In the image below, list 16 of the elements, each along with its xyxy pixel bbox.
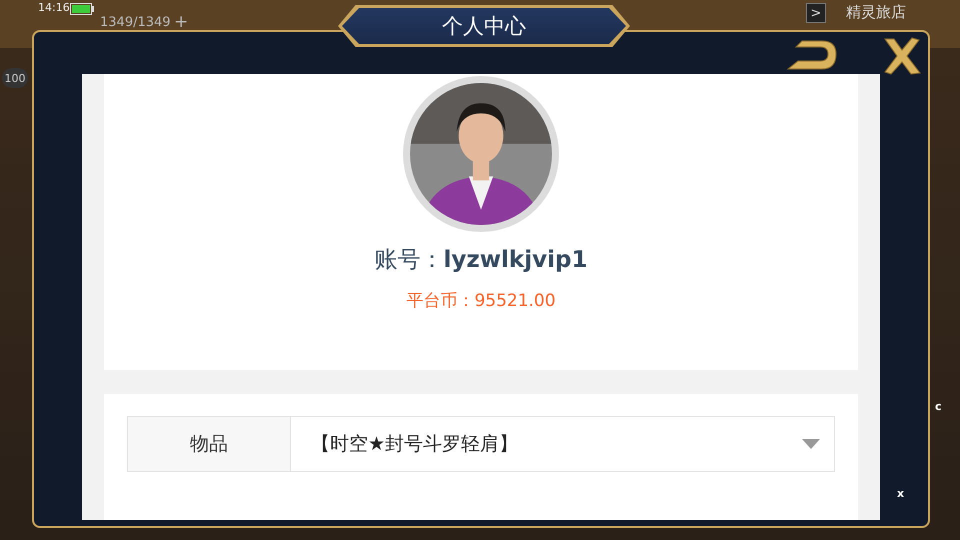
dialog-title: 个人中心: [342, 8, 626, 44]
item-dropdown[interactable]: 【时空★封号斗罗轻肩】: [291, 417, 834, 471]
side-marker: x: [897, 487, 904, 500]
energy-counter: 1349/1349: [100, 15, 171, 30]
close-icon[interactable]: [882, 36, 922, 76]
item-label: 物品: [128, 417, 291, 471]
account-label: 账号：: [374, 246, 444, 275]
add-energy-button[interactable]: +: [174, 12, 188, 32]
shop-label[interactable]: 精灵旅店: [846, 3, 906, 22]
caret-icon: [802, 439, 820, 449]
coin-balance: 平台币：95521.00: [406, 290, 556, 312]
expand-button[interactable]: >: [806, 3, 826, 23]
account-name: lyzwlkjvip1: [444, 247, 588, 273]
battery-icon: [70, 3, 94, 15]
clock-time: 14:16: [38, 1, 70, 14]
side-marker: c: [935, 400, 942, 413]
